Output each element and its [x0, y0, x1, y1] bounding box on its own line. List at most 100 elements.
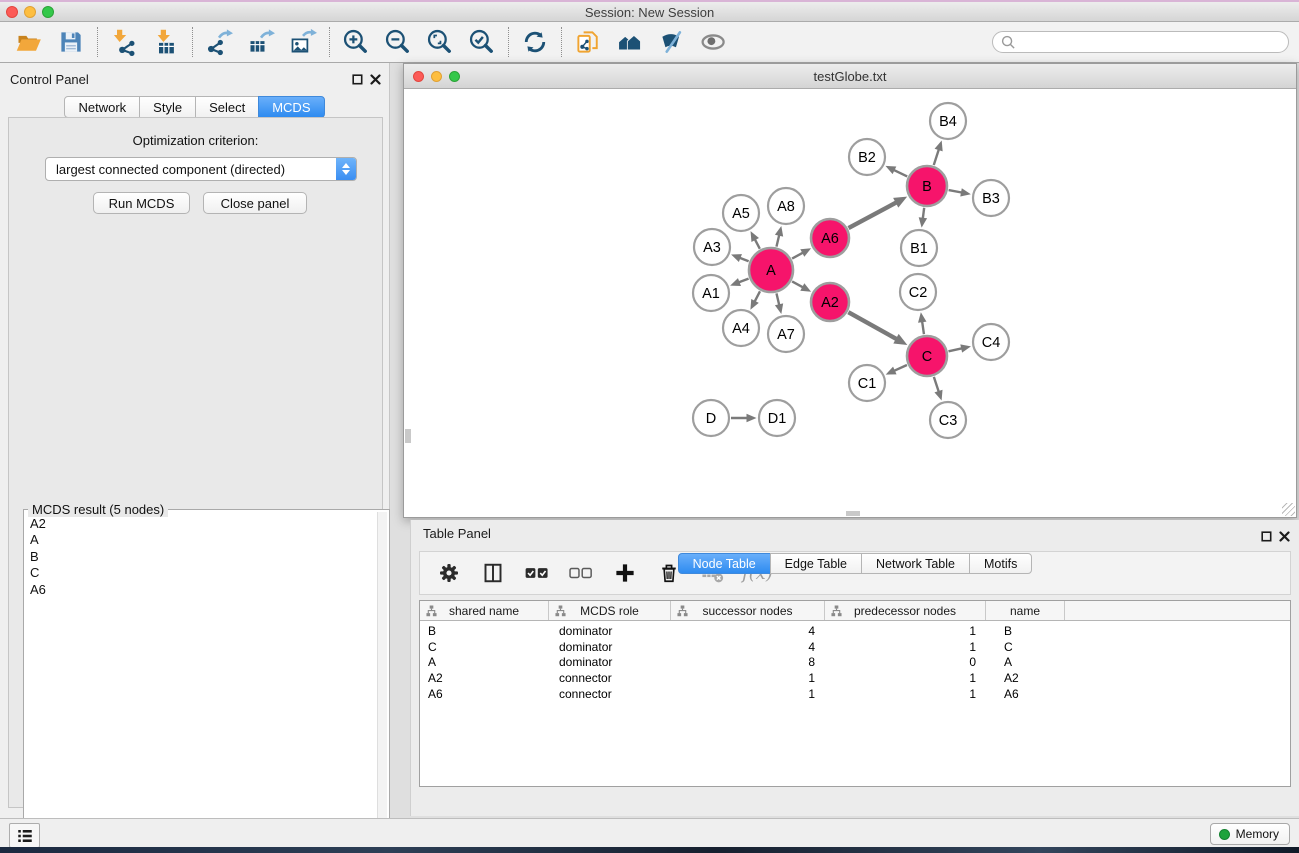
graph-node-A8[interactable]: A8	[768, 188, 804, 224]
graph-edge-C-C3[interactable]	[934, 377, 939, 393]
graph-node-A[interactable]: A	[749, 248, 793, 292]
graph-node-B2[interactable]: B2	[849, 139, 885, 175]
graph-edge-B-B3[interactable]	[949, 190, 963, 193]
desktop-background	[0, 847, 1299, 853]
window-resize-grip[interactable]	[1282, 503, 1295, 516]
svg-text:A7: A7	[777, 327, 795, 343]
control-tab-style[interactable]: Style	[139, 96, 196, 118]
memory-button[interactable]: Memory	[1210, 823, 1290, 845]
criterion-value: largest connected component (directed)	[46, 162, 336, 177]
close-panel-icon[interactable]	[369, 73, 381, 85]
graph-edge-B-B2[interactable]	[893, 169, 908, 176]
mcds-result-box: MCDS result (5 nodes) A2ABCA6	[23, 509, 390, 853]
task-console-button[interactable]	[9, 823, 40, 848]
graph-edge-A-A6[interactable]	[792, 252, 804, 258]
graph-node-A4[interactable]: A4	[723, 310, 759, 346]
graph-node-C[interactable]: C	[907, 336, 947, 376]
table-tab-motifs[interactable]: Motifs	[969, 553, 1032, 574]
graph-node-B[interactable]: B	[907, 166, 947, 206]
zoom-out-button[interactable]	[377, 24, 419, 60]
zoom-fit-button[interactable]	[419, 24, 461, 60]
svg-text:B1: B1	[910, 241, 928, 257]
network-view-window: testGlobe.txt A5 A8 A3 A1 A4 A7 A A6 A2 B2 B4 B B3 B1…	[403, 63, 1297, 518]
app-title: Session: New Session	[0, 5, 1299, 20]
table-tab-node-table[interactable]: Node Table	[678, 553, 771, 574]
control-tab-network[interactable]: Network	[64, 96, 140, 118]
close-table-panel-icon[interactable]	[1278, 530, 1290, 542]
memory-status-icon	[1219, 829, 1230, 840]
criterion-select[interactable]: largest connected component (directed)	[45, 157, 357, 181]
hide-graphics-details-button[interactable]	[651, 24, 693, 60]
graph-edge-A6-B[interactable]	[849, 202, 898, 228]
graph-edge-C-C4[interactable]	[948, 348, 963, 351]
graph-node-B4[interactable]: B4	[930, 103, 966, 139]
result-list-scrollbar[interactable]	[377, 512, 387, 850]
table-tab-network-table[interactable]: Network Table	[861, 553, 970, 574]
import-network-button[interactable]	[103, 24, 145, 60]
float-table-panel-icon[interactable]	[1260, 530, 1272, 542]
graph-node-A7[interactable]: A7	[768, 316, 804, 352]
mcds-result-item[interactable]: C	[27, 565, 375, 581]
svg-text:A4: A4	[732, 321, 750, 337]
memory-label: Memory	[1236, 827, 1279, 841]
duplicate-network-button[interactable]	[567, 24, 609, 60]
graph-node-A6[interactable]: A6	[811, 219, 849, 257]
mcds-result-item[interactable]: B	[27, 549, 375, 565]
search-input[interactable]	[1020, 33, 1288, 51]
export-network-button[interactable]	[198, 24, 240, 60]
search-box	[992, 31, 1289, 53]
graph-node-C4[interactable]: C4	[973, 324, 1009, 360]
control-tab-select[interactable]: Select	[195, 96, 259, 118]
export-table-button[interactable]	[240, 24, 282, 60]
network-window-titlebar[interactable]: testGlobe.txt	[404, 64, 1296, 89]
table-panel-tabs: Node TableEdge TableNetwork TableMotifs	[411, 553, 1299, 812]
mcds-result-item[interactable]: A2	[27, 516, 375, 532]
export-table-icon	[247, 28, 275, 56]
vertical-scroll-indicator[interactable]	[405, 429, 411, 443]
horizontal-scroll-indicator[interactable]	[846, 511, 860, 516]
float-panel-icon[interactable]	[351, 73, 363, 85]
network-canvas[interactable]: A5 A8 A3 A1 A4 A7 A A6 A2 B2 B4 B B3 B1 C2 C4 C C1 C3 D D1	[404, 89, 1296, 517]
edge-arrowhead	[960, 344, 971, 352]
open-session-button[interactable]	[8, 24, 50, 60]
graph-node-A5[interactable]: A5	[723, 195, 759, 231]
graph-node-D1[interactable]: D1	[759, 400, 795, 436]
zoom-selected-icon	[468, 28, 496, 56]
svg-text:A1: A1	[702, 286, 720, 302]
import-table-button[interactable]	[145, 24, 187, 60]
graph-node-B1[interactable]: B1	[901, 230, 937, 266]
close-panel-button[interactable]: Close panel	[203, 192, 307, 214]
control-tab-mcds[interactable]: MCDS	[258, 96, 324, 118]
apply-layout-button[interactable]	[514, 24, 556, 60]
graph-edge-A2-C[interactable]	[848, 312, 897, 339]
zoom-selected-button[interactable]	[461, 24, 503, 60]
graph-node-C2[interactable]: C2	[900, 274, 936, 310]
save-session-button[interactable]	[50, 24, 92, 60]
svg-text:A5: A5	[732, 206, 750, 222]
graph-node-A3[interactable]: A3	[694, 229, 730, 265]
svg-text:A8: A8	[777, 199, 795, 215]
graph-node-B3[interactable]: B3	[973, 180, 1009, 216]
graph-edge-C-C2[interactable]	[922, 320, 924, 334]
edge-arrowhead	[747, 414, 757, 423]
graph-node-D[interactable]: D	[693, 400, 729, 436]
graph-node-C1[interactable]: C1	[849, 365, 885, 401]
edge-arrowhead	[775, 303, 783, 314]
show-graphics-details-button[interactable]	[693, 24, 735, 60]
graph-node-A1[interactable]: A1	[693, 275, 729, 311]
zoom-in-button[interactable]	[335, 24, 377, 60]
graph-edge-C-C1[interactable]	[893, 365, 907, 371]
graph-edge-B-B4[interactable]	[934, 148, 939, 165]
table-tab-edge-table[interactable]: Edge Table	[770, 553, 862, 574]
graph-node-C3[interactable]: C3	[930, 402, 966, 438]
control-panel-title: Control Panel	[10, 72, 89, 87]
export-image-button[interactable]	[282, 24, 324, 60]
graph-edge-A-A2[interactable]	[792, 281, 804, 287]
first-neighbors-button[interactable]	[609, 24, 651, 60]
run-mcds-button[interactable]: Run MCDS	[93, 192, 190, 214]
zoom-fit-icon	[426, 28, 454, 56]
toolbar-separator	[192, 27, 193, 57]
mcds-result-item[interactable]: A	[27, 532, 375, 548]
graph-node-A2[interactable]: A2	[811, 283, 849, 321]
mcds-result-item[interactable]: A6	[27, 582, 375, 598]
